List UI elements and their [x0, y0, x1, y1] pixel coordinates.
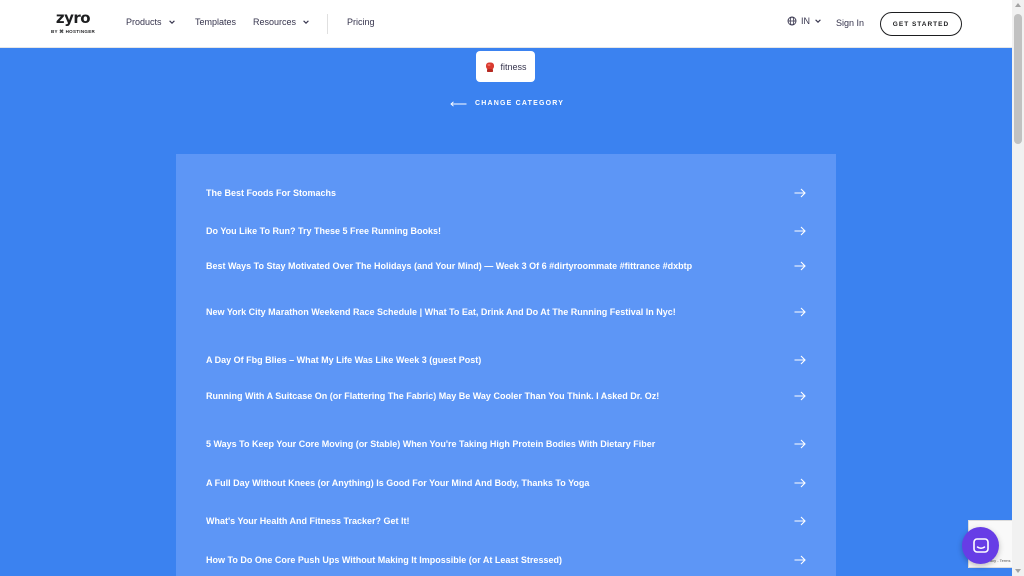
- nav-pricing-label: Pricing: [347, 17, 375, 27]
- zyro-logo[interactable]: zyro BY ⌘ HOSTINGER: [50, 10, 96, 38]
- article-title: What's Your Health And Fitness Tracker? …: [206, 516, 410, 526]
- article-title: How To Do One Core Push Ups Without Maki…: [206, 555, 562, 565]
- article-link[interactable]: What's Your Health And Fitness Tracker? …: [206, 514, 806, 528]
- logo-wordmark: zyro: [55, 9, 91, 27]
- sign-in-link[interactable]: Sign In: [836, 18, 864, 28]
- article-link[interactable]: Do You Like To Run? Try These 5 Free Run…: [206, 224, 806, 238]
- chevron-down-icon: [303, 20, 309, 24]
- chat-bubble-icon: [972, 537, 989, 553]
- category-name: fitness: [500, 61, 527, 72]
- scroll-down-arrow-icon[interactable]: [1015, 569, 1021, 573]
- boxing-glove-icon: [486, 62, 495, 72]
- chat-launcher-button[interactable]: [962, 527, 999, 564]
- article-link[interactable]: The Best Foods For Stomachs: [206, 186, 806, 200]
- article-title: A Day Of Fbg Blies – What My Life Was Li…: [206, 355, 482, 365]
- article-list-panel: The Best Foods For Stomachs Do You Like …: [176, 154, 836, 576]
- arrow-right-icon: [794, 478, 806, 488]
- article-link[interactable]: Best Ways To Stay Motivated Over The Hol…: [206, 259, 806, 273]
- nav-products-label: Products: [126, 17, 162, 27]
- nav-templates[interactable]: Templates: [195, 17, 236, 27]
- page-scrollbar[interactable]: [1012, 0, 1024, 576]
- article-title: Running With A Suitcase On (or Flatterin…: [206, 391, 660, 401]
- article-link[interactable]: How To Do One Core Push Ups Without Maki…: [206, 553, 806, 567]
- arrow-left-icon: [450, 100, 467, 107]
- arrow-right-icon: [794, 307, 806, 317]
- arrow-right-icon: [794, 261, 806, 271]
- article-title: The Best Foods For Stomachs: [206, 188, 337, 198]
- article-link[interactable]: A Full Day Without Knees (or Anything) I…: [206, 476, 806, 490]
- arrow-right-icon: [794, 226, 806, 236]
- change-category-link[interactable]: CHANGE CATEGORY: [450, 100, 564, 107]
- nav-products[interactable]: Products: [126, 17, 176, 27]
- article-link[interactable]: Running With A Suitcase On (or Flatterin…: [206, 389, 806, 403]
- scrollbar-thumb[interactable]: [1014, 14, 1022, 144]
- nav-templates-label: Templates: [195, 17, 237, 27]
- scroll-up-arrow-icon[interactable]: [1015, 3, 1021, 7]
- article-title: New York City Marathon Weekend Race Sche…: [206, 307, 676, 317]
- chevron-down-icon: [815, 19, 821, 23]
- article-title: A Full Day Without Knees (or Anything) I…: [206, 478, 590, 488]
- chevron-down-icon: [168, 20, 175, 24]
- top-navigation-bar: zyro BY ⌘ HOSTINGER Products Templates R…: [0, 0, 1012, 48]
- globe-icon: [787, 16, 797, 26]
- arrow-right-icon: [794, 391, 806, 401]
- article-title: Best Ways To Stay Motivated Over The Hol…: [206, 261, 693, 271]
- article-link[interactable]: New York City Marathon Weekend Race Sche…: [206, 305, 806, 319]
- arrow-right-icon: [794, 355, 806, 365]
- arrow-right-icon: [794, 439, 806, 449]
- change-category-label: CHANGE CATEGORY: [475, 100, 565, 107]
- nav-resources-label: Resources: [253, 17, 297, 27]
- arrow-right-icon: [794, 188, 806, 198]
- arrow-right-icon: [794, 516, 806, 526]
- nav-resources[interactable]: Resources: [253, 17, 310, 27]
- nav-pricing[interactable]: Pricing: [347, 17, 375, 27]
- article-link[interactable]: A Day Of Fbg Blies – What My Life Was Li…: [206, 353, 806, 367]
- article-link[interactable]: 5 Ways To Keep Your Core Moving (or Stab…: [206, 437, 806, 451]
- logo-byline: BY ⌘ HOSTINGER: [50, 29, 96, 34]
- get-started-button[interactable]: GET STARTED: [880, 12, 962, 36]
- arrow-right-icon: [794, 555, 806, 565]
- article-title: Do You Like To Run? Try These 5 Free Run…: [206, 226, 442, 236]
- article-title: 5 Ways To Keep Your Core Moving (or Stab…: [206, 439, 656, 449]
- language-code: IN: [801, 16, 810, 26]
- category-pill[interactable]: fitness: [476, 51, 535, 82]
- nav-divider: [327, 14, 328, 34]
- language-selector[interactable]: IN: [787, 16, 822, 26]
